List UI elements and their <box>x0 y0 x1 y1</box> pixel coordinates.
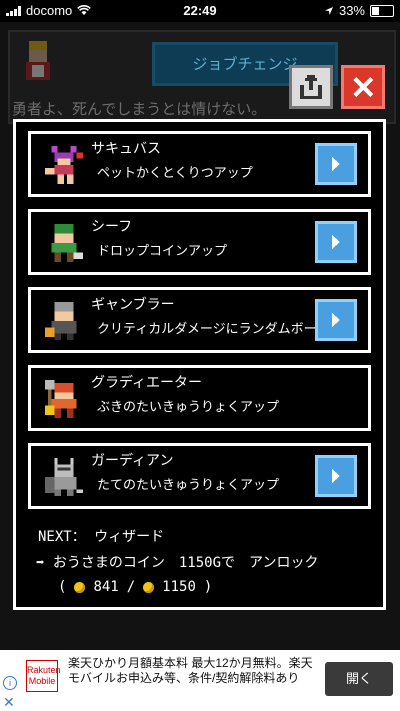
close-icon <box>353 77 373 97</box>
select-guardian-button[interactable] <box>315 455 357 497</box>
gladiator-sprite <box>45 380 77 418</box>
job-row-succubus: サキュバス ペットかくとくりつアップ <box>28 131 371 197</box>
succubus-sprite <box>45 146 83 184</box>
job-name: シーフ <box>91 219 133 235</box>
play-icon <box>332 157 340 171</box>
thief-sprite <box>51 224 83 262</box>
gambler-sprite <box>45 302 77 340</box>
job-row-thief: シーフ ドロップコインアップ <box>28 209 371 275</box>
ad-banner[interactable]: i ✕ Rakuten Mobile 楽天ひかり月額基本料 最大12か月無料。楽… <box>0 650 400 711</box>
select-thief-button[interactable] <box>315 221 357 263</box>
job-name: ガーディアン <box>91 453 174 469</box>
select-succubus-button[interactable] <box>315 143 357 185</box>
job-desc: クリティカルダメージにランダムボーナス <box>97 322 343 337</box>
job-desc: ドロップコインアップ <box>97 244 228 259</box>
job-desc: ぶきのたいきゅうりょくアップ <box>97 400 280 415</box>
ad-close-icon[interactable]: ✕ <box>3 694 15 711</box>
select-gambler-button[interactable] <box>315 299 357 341</box>
job-name: グラディエーター <box>91 375 203 391</box>
close-button[interactable] <box>341 65 385 109</box>
battery-icon <box>370 4 394 17</box>
job-desc: たてのたいきゅうりょくアップ <box>97 478 280 493</box>
location-icon <box>324 6 333 15</box>
battery-percent: 33% <box>338 3 365 18</box>
job-desc: ペットかくとくりつアップ <box>97 166 253 181</box>
status-bar: docomo 22:49 33% <box>0 0 400 22</box>
paren-close: ) <box>203 579 213 595</box>
coins-required: 1150 <box>162 579 196 595</box>
share-icon <box>300 75 322 99</box>
next-job-name: ウィザード <box>94 529 165 545</box>
job-name: サキュバス <box>91 141 161 157</box>
job-row-guardian: ガーディアン たてのたいきゅうりょくアップ <box>28 443 371 509</box>
job-select-dialog: サキュバス ペットかくとくりつアップ シーフ ドロップコインアップ ギャンブラー… <box>13 119 386 610</box>
guardian-sprite <box>45 458 83 496</box>
share-button[interactable] <box>289 65 333 109</box>
job-row-gladiator: グラディエーター ぶきのたいきゅうりょくアップ <box>28 365 371 431</box>
king-sprite <box>26 41 50 80</box>
ad-brand-logo: Rakuten Mobile <box>26 660 61 692</box>
paren-open: ( <box>58 579 67 595</box>
ad-text: 楽天ひかり月額基本料 最大12か月無料。楽天モバイルお申込み等、条件/契約解除料… <box>68 656 313 685</box>
next-label: NEXT： <box>38 529 86 545</box>
coin-icon <box>74 581 86 593</box>
next-job: NEXT： ウィザード <box>38 526 164 546</box>
ad-info-icon[interactable]: i <box>3 676 17 690</box>
coin-progress: ( 841 / 1150 ) <box>58 579 212 595</box>
play-icon <box>332 313 340 327</box>
coins-owned: 841 <box>93 579 119 595</box>
job-name: ギャンブラー <box>91 297 175 313</box>
coin-icon <box>143 581 155 593</box>
ad-open-button[interactable]: 開く <box>325 662 393 696</box>
job-row-gambler: ギャンブラー クリティカルダメージにランダムボーナス <box>28 287 371 353</box>
play-icon <box>332 235 340 249</box>
play-icon <box>332 469 340 483</box>
coins-separator: / <box>126 579 136 595</box>
unlock-requirement: ➡ おうさまのコイン 1150Gで アンロック <box>36 555 319 571</box>
background-message: 勇者よ、死んでしまうとは情けない。 <box>12 100 267 118</box>
